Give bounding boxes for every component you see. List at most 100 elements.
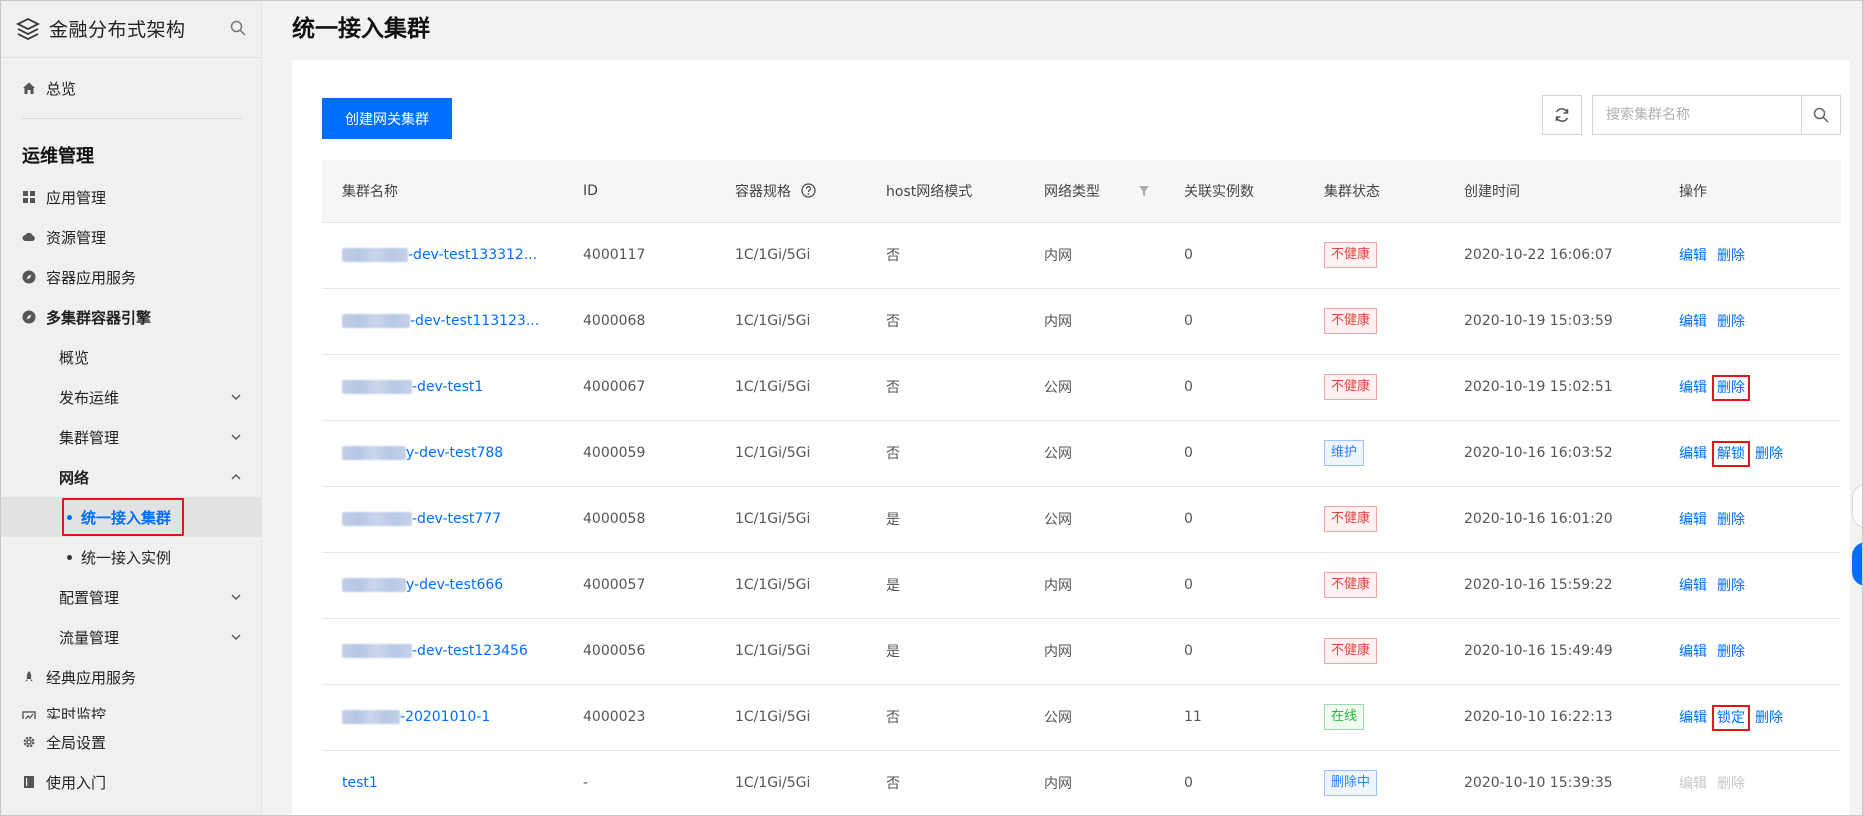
status-badge: 删除中 [1324, 770, 1378, 796]
cluster-name-link[interactable]: -dev-test133312... [408, 247, 537, 263]
column-header-label: 网络类型 [1044, 183, 1100, 200]
edit-link[interactable]: 编辑 [1679, 710, 1707, 726]
time-cell: 2020-10-16 15:59:22 [1444, 552, 1659, 619]
sidebar-item-resource-mgmt[interactable]: 资源管理 [0, 217, 262, 257]
sidebar-item-label: 总览 [46, 79, 77, 98]
delete-link[interactable]: 删除 [1755, 446, 1783, 462]
count-cell: 0 [1164, 420, 1304, 487]
ops-cell: 编辑 删除 [1659, 486, 1841, 553]
delete-link[interactable]: 删除 [1717, 578, 1745, 594]
time-cell: 2020-10-10 15:39:35 [1444, 750, 1659, 816]
cluster-name-link[interactable]: -dev-test777 [412, 511, 501, 527]
cluster-name-link[interactable]: test1 [342, 775, 378, 791]
ops-cell: 编辑 删除 [1659, 552, 1841, 619]
sidebar-item-label: 全局设置 [46, 733, 107, 752]
sidebar-leaf-unified-instance[interactable]: 统一接入实例 [0, 537, 262, 577]
sidebar-subitem-cluster-mgmt[interactable]: 集群管理 [0, 417, 262, 457]
cluster-name-link[interactable]: y-dev-test788 [406, 445, 503, 461]
delete-link[interactable]: 删除 [1712, 375, 1750, 401]
status-cell: 不健康 [1304, 222, 1444, 289]
search-submit-button[interactable] [1801, 95, 1841, 135]
edit-link[interactable]: 编辑 [1679, 248, 1707, 264]
edit-link[interactable]: 编辑 [1679, 446, 1707, 462]
time-cell: 2020-10-19 15:02:51 [1444, 354, 1659, 421]
time-cell: 2020-10-10 16:22:13 [1444, 684, 1659, 751]
sidebar-subitem-config[interactable]: 配置管理 [0, 577, 262, 617]
cluster-name-link[interactable]: -dev-test1 [412, 379, 483, 395]
spec-cell: 1C/1Gi/5Gi [715, 486, 866, 553]
sidebar-item-overview[interactable]: 总览 [0, 68, 262, 108]
edit-link[interactable]: 编辑 [1679, 512, 1707, 528]
sidebar-item-global-settings[interactable]: 全局设置 [0, 722, 262, 762]
id-cell: 4000056 [563, 618, 715, 685]
redacted-blur [342, 446, 406, 460]
search-icon [1813, 107, 1829, 123]
sidebar-subitem-label: 概览 [59, 348, 90, 367]
sidebar-item-multi-cluster[interactable]: 多集群容器引擎 [0, 297, 262, 337]
sidebar-item-classic[interactable]: 经典应用服务 [0, 657, 262, 697]
status-badge: 在线 [1324, 704, 1365, 730]
edit-link[interactable]: 编辑 [1679, 380, 1707, 396]
side-floating-tab[interactable] [1852, 484, 1863, 528]
delete-link[interactable]: 删除 [1717, 512, 1745, 528]
count-cell: 0 [1164, 486, 1304, 553]
search-icon[interactable] [229, 19, 247, 37]
edit-link[interactable]: 编辑 [1679, 314, 1707, 330]
column-header-ops: 操作 [1659, 160, 1841, 223]
unlock-link[interactable]: 解锁 [1712, 441, 1750, 467]
host-cell: 是 [866, 486, 1024, 553]
column-header-label: 容器规格 [735, 183, 791, 200]
sidebar-item-monitor[interactable]: 实时监控 [0, 697, 262, 719]
id-cell: 4000068 [563, 288, 715, 355]
refresh-button[interactable] [1542, 95, 1582, 135]
cluster-name-link[interactable]: -dev-test123456 [412, 643, 528, 659]
net-cell: 公网 [1024, 684, 1164, 751]
cluster-name-link[interactable]: y-dev-test666 [406, 577, 503, 593]
cluster-name-cell: -dev-test133312... [322, 222, 563, 289]
sidebar-subitem-traffic[interactable]: 流量管理 [0, 617, 262, 657]
help-circle-icon[interactable] [801, 183, 817, 198]
create-gateway-cluster-button[interactable]: 创建网关集群 [322, 98, 452, 139]
status-cell: 在线 [1304, 684, 1444, 751]
delete-link-disabled: 删除 [1717, 776, 1745, 792]
column-header-host: host网络模式 [866, 160, 1024, 223]
sidebar-item-container-app[interactable]: 容器应用服务 [0, 257, 262, 297]
refresh-icon [1555, 108, 1569, 122]
filter-icon[interactable] [1138, 185, 1150, 197]
redacted-blur [342, 314, 410, 328]
count-cell: 0 [1164, 288, 1304, 355]
delete-link[interactable]: 删除 [1755, 710, 1783, 726]
status-badge: 维护 [1324, 440, 1365, 466]
delete-link[interactable]: 删除 [1717, 314, 1745, 330]
cluster-name-cell: y-dev-test788 [322, 420, 563, 487]
host-cell: 否 [866, 354, 1024, 421]
sidebar-item-guide[interactable]: 使用入门 [0, 762, 262, 802]
brand-title: 金融分布式架构 [49, 19, 186, 41]
compass-icon [22, 310, 36, 324]
cluster-name-link[interactable]: -20201010-1 [400, 709, 490, 725]
status-badge: 不健康 [1324, 374, 1378, 400]
edit-link[interactable]: 编辑 [1679, 644, 1707, 660]
side-floating-button[interactable] [1852, 542, 1863, 586]
delete-link[interactable]: 删除 [1717, 644, 1745, 660]
redacted-blur [342, 710, 400, 724]
sidebar-subitem-network[interactable]: 网络 [0, 457, 262, 497]
cluster-name-link[interactable]: -dev-test113123... [410, 313, 539, 329]
sidebar-item-app-mgmt[interactable]: 应用管理 [0, 177, 262, 217]
ops-cell: 编辑 解锁 删除 [1659, 420, 1841, 487]
host-cell: 否 [866, 684, 1024, 751]
count-cell: 0 [1164, 552, 1304, 619]
cluster-search-input[interactable] [1592, 95, 1802, 135]
edit-link[interactable]: 编辑 [1679, 578, 1707, 594]
page-title: 统一接入集群 [292, 16, 430, 42]
sidebar-subitem-overview[interactable]: 概览 [0, 337, 262, 377]
delete-link[interactable]: 删除 [1717, 248, 1745, 264]
sidebar-subitem-label: 配置管理 [59, 588, 120, 607]
id-cell: - [563, 750, 715, 816]
id-cell: 4000058 [563, 486, 715, 553]
sidebar-subitem-label: 流量管理 [59, 628, 120, 647]
sidebar-subitem-publish[interactable]: 发布运维 [0, 377, 262, 417]
lock-link[interactable]: 锁定 [1712, 705, 1750, 731]
ops-cell: 编辑 锁定 删除 [1659, 684, 1841, 751]
id-cell: 4000059 [563, 420, 715, 487]
